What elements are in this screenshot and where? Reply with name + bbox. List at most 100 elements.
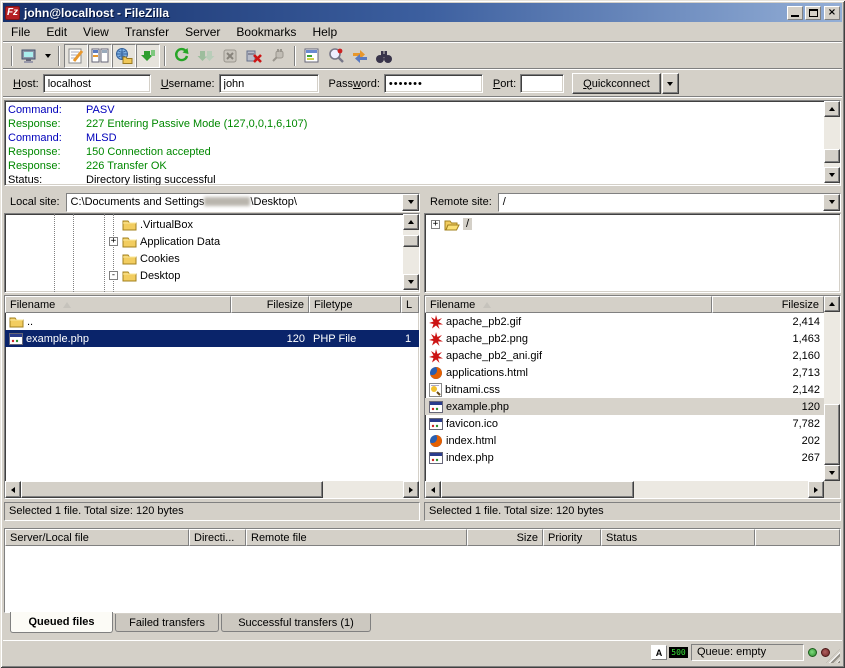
menu-file[interactable]: File bbox=[3, 23, 38, 41]
remote-site-dropdown[interactable] bbox=[823, 194, 840, 211]
remote-vscrollbar[interactable] bbox=[824, 296, 840, 481]
quickconnect-button[interactable]: Quickconnect bbox=[572, 73, 661, 94]
reconnect-button[interactable] bbox=[266, 44, 290, 68]
quickconnect-dropdown[interactable] bbox=[662, 73, 679, 94]
toggle-remote-tree-button[interactable] bbox=[112, 44, 136, 68]
arrow-down-icon bbox=[829, 471, 835, 475]
remote-hscrollbar[interactable] bbox=[425, 481, 824, 498]
cancel-button[interactable] bbox=[218, 44, 242, 68]
expand-icon[interactable]: + bbox=[109, 237, 118, 246]
file-row[interactable]: favicon.ico 7,782 bbox=[425, 415, 824, 432]
scroll-up-button[interactable] bbox=[403, 214, 419, 230]
menu-help[interactable]: Help bbox=[304, 23, 345, 41]
file-row[interactable]: apache_pb2_ani.gif 2,160 bbox=[425, 347, 824, 364]
scroll-thumb[interactable] bbox=[824, 149, 840, 163]
toggle-local-tree-button[interactable] bbox=[88, 44, 112, 68]
file-row[interactable]: apache_pb2.gif 2,414 bbox=[425, 313, 824, 330]
log-scrollbar[interactable] bbox=[824, 101, 840, 183]
scroll-down-button[interactable] bbox=[403, 274, 419, 290]
maximize-button[interactable] bbox=[805, 6, 821, 20]
tree-item-virtualbox[interactable]: .VirtualBox bbox=[5, 216, 419, 233]
scroll-thumb[interactable] bbox=[403, 235, 419, 247]
local-site-combo[interactable]: C:\Documents and Settings\Desktop\ bbox=[66, 193, 420, 212]
site-manager-dropdown[interactable] bbox=[41, 44, 54, 68]
column-header-status[interactable]: Status bbox=[601, 529, 755, 546]
local-tree-scrollbar[interactable] bbox=[403, 214, 419, 290]
scroll-thumb[interactable] bbox=[21, 481, 323, 498]
file-row[interactable]: apache_pb2.png 1,463 bbox=[425, 330, 824, 347]
queue-list-area[interactable] bbox=[5, 546, 840, 612]
menu-transfer[interactable]: Transfer bbox=[117, 23, 177, 41]
file-row-selected[interactable]: example.php 120 PHP File 1 bbox=[5, 330, 419, 347]
file-row[interactable]: applications.html 2,713 bbox=[425, 364, 824, 381]
scroll-left-button[interactable] bbox=[425, 481, 441, 498]
scroll-right-button[interactable] bbox=[808, 481, 824, 498]
scroll-up-button[interactable] bbox=[824, 101, 840, 117]
port-input[interactable] bbox=[520, 74, 564, 93]
collapse-icon[interactable]: - bbox=[109, 271, 118, 280]
directory-comparison-button[interactable] bbox=[324, 44, 348, 68]
scroll-thumb[interactable] bbox=[441, 481, 634, 498]
column-header-size[interactable]: Size bbox=[467, 529, 543, 546]
scroll-down-button[interactable] bbox=[824, 465, 840, 481]
disconnect-button[interactable] bbox=[242, 44, 266, 68]
toolbar-grip[interactable] bbox=[11, 46, 13, 66]
scroll-up-button[interactable] bbox=[824, 296, 840, 312]
app-icon[interactable]: Fz bbox=[5, 6, 20, 20]
column-header-server-local-file[interactable]: Server/Local file bbox=[5, 529, 189, 546]
menu-edit[interactable]: Edit bbox=[38, 23, 75, 41]
tree-item-root[interactable]: + / bbox=[425, 214, 840, 231]
menu-server[interactable]: Server bbox=[177, 23, 228, 41]
process-queue-button[interactable] bbox=[194, 44, 218, 68]
remote-site-combo[interactable]: / bbox=[498, 193, 841, 212]
site-manager-button[interactable] bbox=[17, 44, 41, 68]
column-header-filename[interactable]: Filename bbox=[5, 296, 231, 313]
minimize-button[interactable] bbox=[787, 6, 803, 20]
close-button[interactable]: × bbox=[824, 6, 840, 20]
tree-root-label[interactable]: / bbox=[463, 218, 472, 230]
ascii-datatype-icon[interactable]: A bbox=[651, 645, 667, 660]
remote-tree[interactable]: + / bbox=[424, 213, 841, 293]
tab-successful-transfers[interactable]: Successful transfers (1) bbox=[221, 614, 371, 632]
refresh-button[interactable] bbox=[170, 44, 194, 68]
tree-item-cookies[interactable]: Cookies bbox=[5, 250, 419, 267]
toggle-message-log-button[interactable] bbox=[64, 44, 88, 68]
scroll-down-button[interactable] bbox=[824, 167, 840, 183]
scroll-right-button[interactable] bbox=[403, 481, 419, 498]
menu-view[interactable]: View bbox=[75, 23, 117, 41]
local-hscrollbar[interactable] bbox=[5, 481, 419, 498]
file-row[interactable]: .. bbox=[5, 313, 419, 330]
password-input[interactable] bbox=[384, 74, 483, 93]
scroll-left-button[interactable] bbox=[5, 481, 21, 498]
tab-queued-files[interactable]: Queued files bbox=[10, 612, 113, 633]
file-row[interactable]: bitnami.css 2,142 bbox=[425, 381, 824, 398]
column-header-lastmodified[interactable]: L bbox=[401, 296, 419, 313]
file-row[interactable]: index.html 202 bbox=[425, 432, 824, 449]
toggle-queue-button[interactable] bbox=[136, 44, 160, 68]
tree-item-desktop[interactable]: - Desktop bbox=[5, 267, 419, 284]
tab-failed-transfers[interactable]: Failed transfers bbox=[115, 614, 219, 632]
column-header-filesize[interactable]: Filesize bbox=[712, 296, 824, 313]
column-header-filetype[interactable]: Filetype bbox=[309, 296, 401, 313]
local-site-dropdown[interactable] bbox=[402, 194, 419, 211]
column-header-direction[interactable]: Directi... bbox=[189, 529, 246, 546]
column-header-filesize[interactable]: Filesize bbox=[231, 296, 309, 313]
expand-icon[interactable]: + bbox=[431, 220, 440, 229]
find-files-button[interactable] bbox=[372, 44, 396, 68]
username-input[interactable] bbox=[219, 74, 319, 93]
message-log[interactable]: Command:PASV Response:227 Entering Passi… bbox=[4, 100, 841, 186]
menu-bookmarks[interactable]: Bookmarks bbox=[228, 23, 304, 41]
title-bar[interactable]: Fz john@localhost - FileZilla × bbox=[3, 3, 842, 22]
file-row-selected[interactable]: example.php 120 bbox=[425, 398, 824, 415]
scroll-thumb[interactable] bbox=[824, 404, 840, 465]
file-row[interactable]: index.php 267 bbox=[425, 449, 824, 466]
host-input[interactable] bbox=[43, 74, 151, 93]
tree-item-application-data[interactable]: + Application Data bbox=[5, 233, 419, 250]
synchronized-browsing-button[interactable] bbox=[348, 44, 372, 68]
led-badge-icon[interactable]: 500 bbox=[669, 647, 688, 658]
column-header-priority[interactable]: Priority bbox=[543, 529, 601, 546]
local-tree[interactable]: .VirtualBox + Application Data Cookies -… bbox=[4, 213, 420, 293]
column-header-remote-file[interactable]: Remote file bbox=[246, 529, 467, 546]
filter-button[interactable] bbox=[300, 44, 324, 68]
column-header-filename[interactable]: Filename bbox=[425, 296, 712, 313]
